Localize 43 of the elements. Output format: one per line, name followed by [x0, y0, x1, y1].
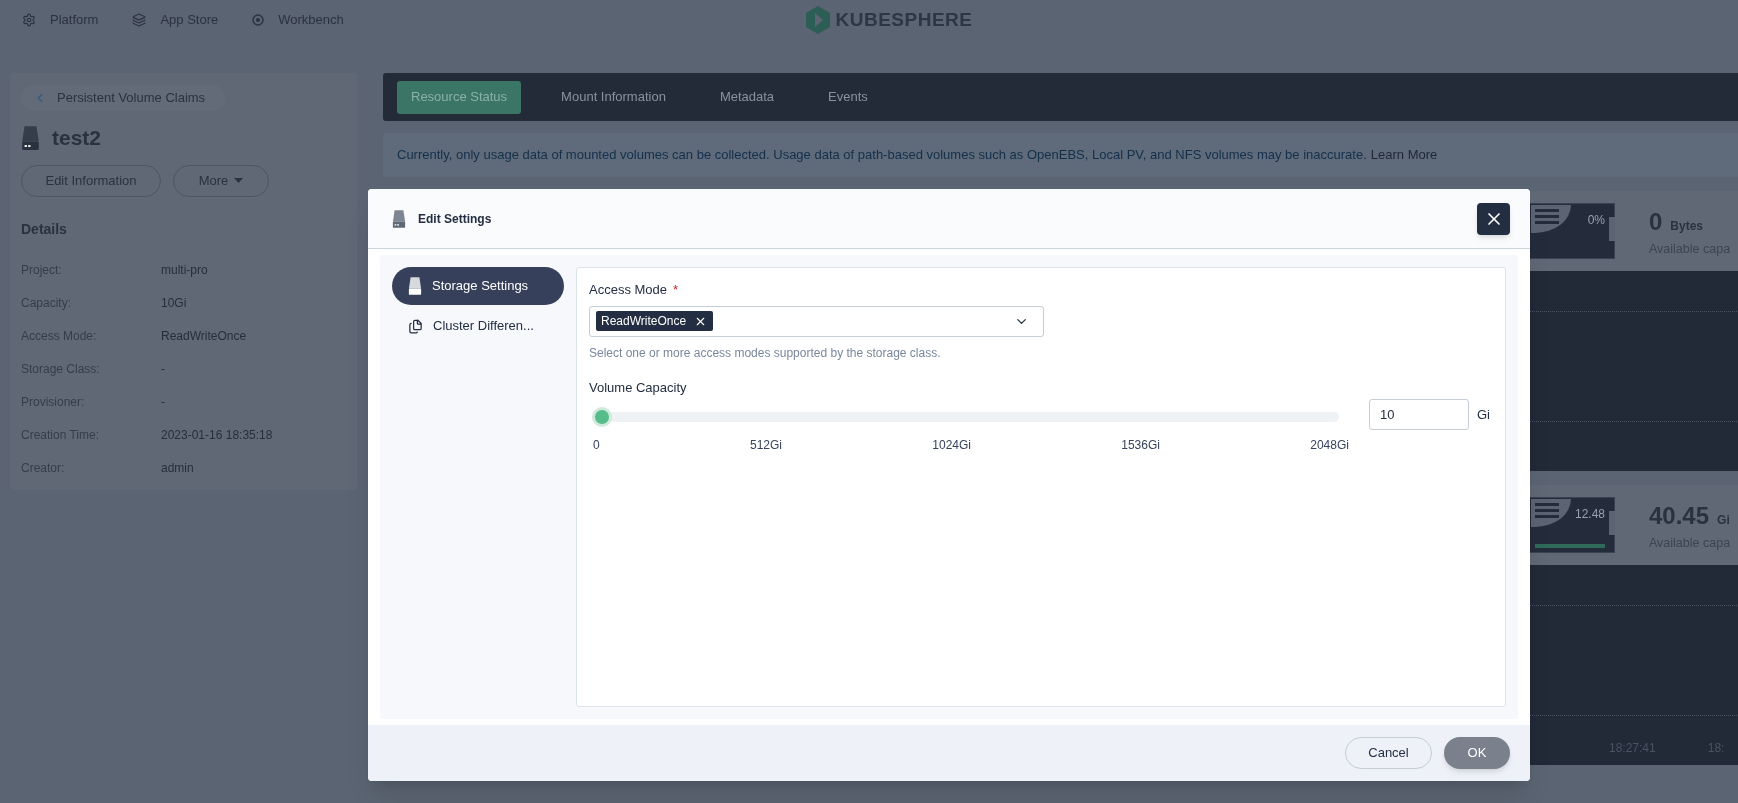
settings-tab[interactable]: Storage Settings [392, 267, 564, 305]
learn-more-link[interactable]: Learn More [1370, 145, 1438, 165]
field-label: Access Mode [589, 281, 668, 299]
tick-label: 2048Gi [1310, 437, 1349, 454]
files-icon [408, 318, 423, 334]
tick-label: 1024Gi [932, 437, 971, 454]
capacity-input[interactable]: 10 [1369, 399, 1469, 430]
tab[interactable]: Metadata [705, 80, 789, 114]
unit-label: Gi [1477, 405, 1491, 424]
field-label: Volume Capacity [589, 378, 688, 397]
settings-icon [22, 13, 36, 27]
notice-text: Currently, only usage data of mounted volumes can be collected. Usage data of path-based volumes such as OpenEBS, Local PV, and NFS volumes may be inaccurate. [397, 146, 1367, 165]
tag-label: ReadWriteOnce [601, 313, 687, 330]
tab[interactable]: Events [814, 80, 882, 114]
detail-value: - [161, 394, 165, 411]
logo-icon [805, 6, 830, 34]
dialog-title: Edit Settings [418, 210, 492, 228]
layers-icon [132, 13, 147, 27]
drive-icon [408, 277, 422, 295]
settings-tab[interactable]: Cluster Differen... [392, 307, 564, 345]
detail-value: 2023-01-16 18:35:18 [161, 427, 273, 444]
tick-label: 0 [593, 437, 600, 454]
caret-icon [234, 178, 244, 183]
required-mark: * [673, 281, 679, 299]
tab[interactable]: Mount Information [547, 80, 680, 114]
tick-label: 1536Gi [1121, 437, 1160, 454]
detail-value: - [161, 361, 165, 378]
field-hint: Select one or more access modes supported by the storage class. [589, 344, 942, 362]
slider-thumb[interactable] [591, 407, 612, 427]
tick-label: 512Gi [749, 437, 782, 454]
tab[interactable]: Resource Status [397, 80, 522, 114]
detail-value: ReadWriteOnce [161, 328, 247, 345]
circle-icon [252, 14, 265, 26]
ok-button[interactable]: OK [1444, 737, 1510, 769]
usage-percent: 0% [1587, 212, 1605, 229]
close-button[interactable] [1477, 203, 1510, 235]
usage-percent: 12.48 [1574, 506, 1605, 523]
detail-value: multi-pro [161, 262, 208, 279]
detail-value: 10Gi [161, 295, 187, 312]
drive-icon [21, 125, 40, 150]
drive-icon [392, 209, 406, 228]
detail-value: admin [161, 460, 194, 477]
access-mode-select[interactable]: ReadWriteOnce [589, 305, 1044, 337]
